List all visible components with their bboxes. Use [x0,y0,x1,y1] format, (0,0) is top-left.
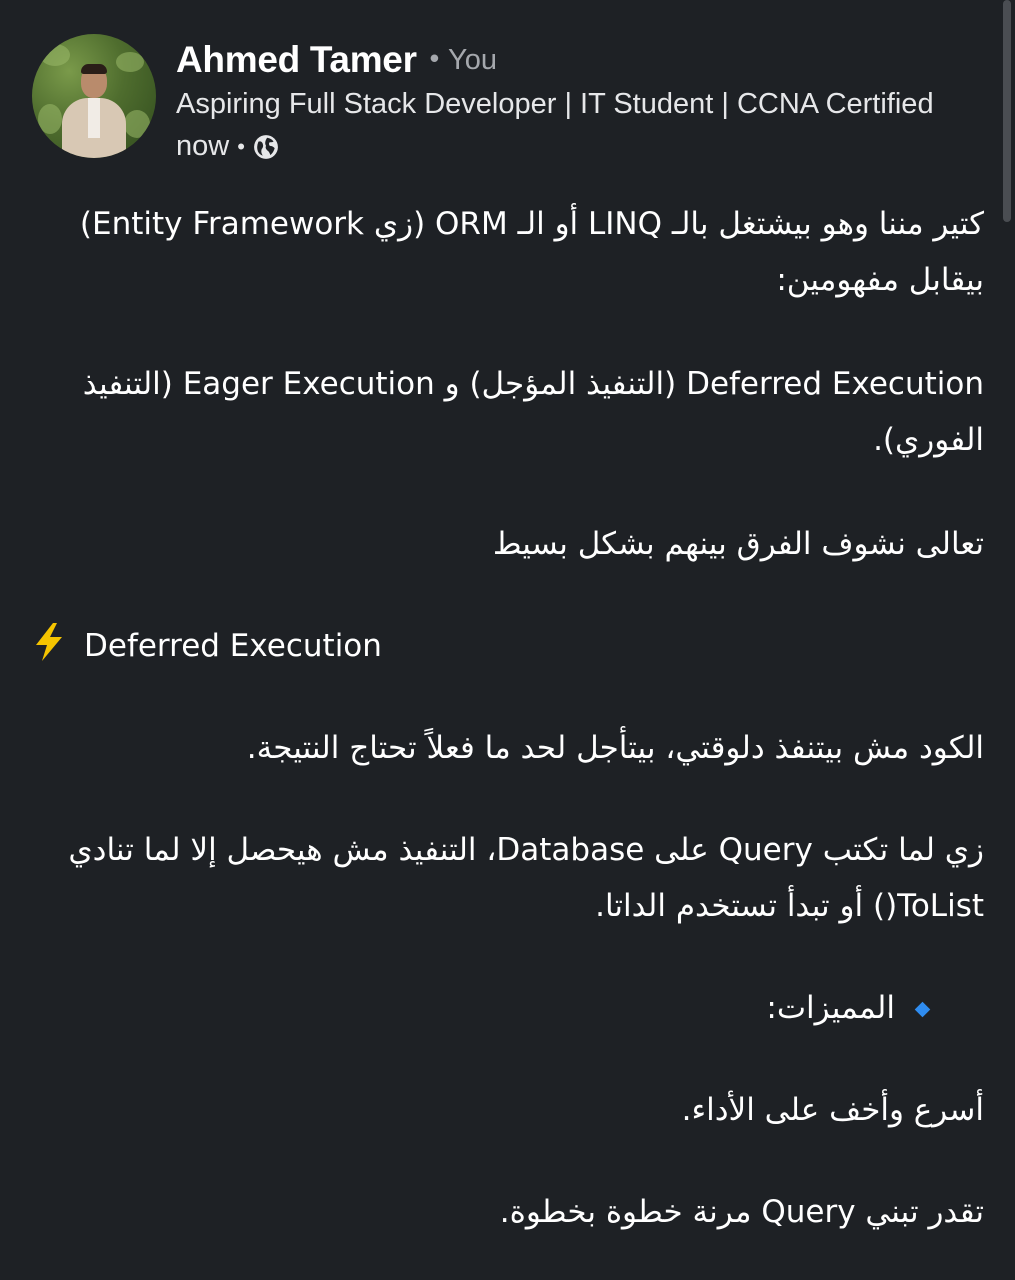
globe-icon [253,134,278,159]
avatar[interactable] [32,34,156,158]
author-name-line: Ahmed Tamer • You [176,36,497,84]
lightning-bolt-icon [36,623,62,661]
post-paragraph: كتير مننا وهو بيشتغل بالـ LINQ أو الـ OR… [79,206,984,298]
separator-dot: • [426,45,443,75]
author-headline: Aspiring Full Stack Developer | IT Stude… [176,88,934,120]
scrollbar[interactable] [1003,0,1011,222]
avatar-background-leaf [40,44,70,66]
post-paragraph: تقدر تبني Query مرنة خطوة بخطوة. [499,1194,984,1230]
post-paragraph: Deferred Execution (التنفيذ المؤجل) و Ea… [82,366,984,458]
post-paragraph: الكود مش بيتنفذ دلوقتي، بيتأجل لحد ما فع… [246,730,984,766]
post-paragraph: زي لما تكتب Query على Database، التنفيذ … [68,832,984,924]
avatar-background-leaf [38,104,62,134]
author-name[interactable]: Ahmed Tamer [176,39,417,81]
post-header: Ahmed Tamer • You Aspiring Full Stack De… [30,34,990,164]
post-meta: now • [176,130,279,163]
section-heading: Deferred Execution [32,618,984,674]
post-paragraph: أسرع وأخف على الأداء. [681,1092,984,1128]
post-time: now [176,130,230,162]
you-label: You [448,43,497,76]
avatar-background-leaf [116,52,144,72]
avatar-person-hair [81,64,107,74]
blue-diamond-icon [914,1001,931,1018]
avatar-person-shirt [88,98,100,138]
bullet-heading: المميزات: [32,980,984,1036]
bullet-title: المميزات: [766,990,895,1026]
section-title: Deferred Execution [84,628,382,664]
post-body: كتير مننا وهو بيشتغل بالـ LINQ أو الـ OR… [32,196,984,1240]
avatar-background-leaf [124,110,150,138]
post-paragraph: تعالى نشوف الفرق بينهم بشكل بسيط [492,526,984,562]
meta-separator-dot: • [237,133,245,159]
